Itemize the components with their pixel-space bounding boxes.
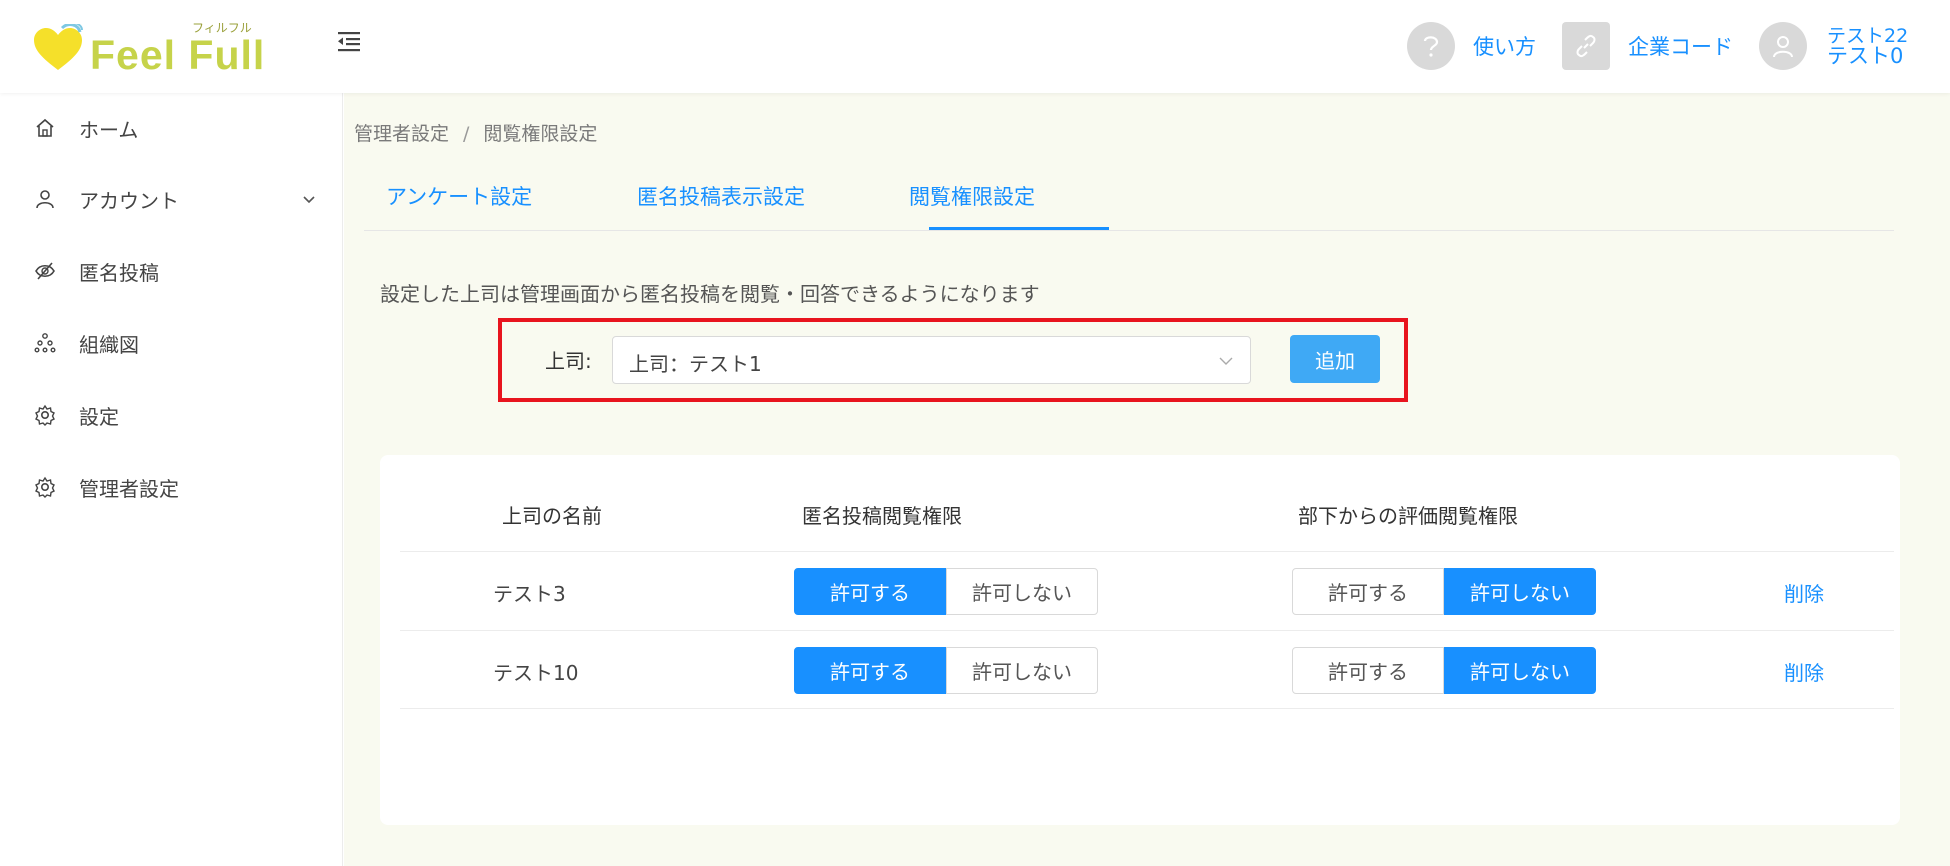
org-chart-icon bbox=[34, 333, 56, 353]
heart-logo-icon bbox=[34, 24, 83, 70]
user-names: テスト22 テスト0 bbox=[1827, 25, 1909, 68]
user-menu[interactable]: テスト22 テスト0 bbox=[1759, 22, 1908, 70]
eye-off-icon bbox=[35, 262, 55, 280]
breadcrumb-separator: / bbox=[463, 123, 470, 145]
company-code-label: 企業コード bbox=[1628, 35, 1733, 59]
sidebar-item-settings[interactable]: 設定 bbox=[0, 385, 343, 445]
sidebar-item-label: ホーム bbox=[79, 117, 139, 142]
logo-kana: フィルフル bbox=[192, 21, 252, 35]
home-icon bbox=[36, 118, 54, 137]
logo[interactable]: Feel Full フィルフル bbox=[32, 16, 266, 78]
sidebar-item-account[interactable]: アカウント bbox=[0, 169, 343, 229]
supervisor-select[interactable]: 上司：テスト1 bbox=[612, 336, 1251, 384]
sidebar: ホーム アカウント 匿名投稿 組織図 設定 管理者設定 bbox=[0, 93, 343, 866]
sidebar-item-home[interactable]: ホーム bbox=[0, 98, 343, 158]
menu-collapse-icon[interactable] bbox=[336, 28, 362, 54]
chevron-down-icon bbox=[1219, 357, 1233, 365]
supervisor-name: テスト10 bbox=[493, 661, 579, 685]
avatar bbox=[1759, 22, 1807, 70]
header: Feel Full フィルフル 使い方 企業コード テスト22 テスト0 bbox=[0, 0, 1950, 93]
gear-icon bbox=[35, 476, 55, 498]
supervisor-select-value: 上司：テスト1 bbox=[629, 352, 762, 376]
help-label: 使い方 bbox=[1473, 35, 1536, 59]
tab-bar: アンケート設定 匿名投稿表示設定 閲覧権限設定 bbox=[364, 153, 1894, 231]
sidebar-item-label: 匿名投稿 bbox=[79, 260, 159, 285]
allow-button[interactable]: 許可する bbox=[794, 647, 946, 694]
chevron-down-icon bbox=[303, 196, 315, 204]
breadcrumb-item[interactable]: 管理者設定 bbox=[354, 123, 449, 145]
allow-button[interactable]: 許可する bbox=[794, 568, 946, 615]
table-row: テスト10 許可する 許可しない 許可する 許可しない 削除 bbox=[400, 630, 1894, 709]
user-icon bbox=[36, 190, 54, 209]
deny-button[interactable]: 許可しない bbox=[946, 568, 1098, 615]
user-avatar-icon bbox=[1773, 36, 1793, 58]
delete-link[interactable]: 削除 bbox=[1784, 657, 1824, 686]
anonymous-view-toggle: 許可する 許可しない bbox=[794, 568, 1098, 615]
sidebar-item-admin-settings[interactable]: 管理者設定 bbox=[0, 457, 343, 517]
column-header-evaluation-view: 部下からの評価閲覧権限 bbox=[1298, 504, 1518, 528]
tab-survey-settings[interactable]: アンケート設定 bbox=[386, 181, 532, 211]
sidebar-item-label: 設定 bbox=[79, 404, 119, 429]
tab-anonymous-display-settings[interactable]: 匿名投稿表示設定 bbox=[637, 181, 805, 211]
table-row: テスト3 許可する 許可しない 許可する 許可しない 削除 bbox=[400, 551, 1894, 630]
deny-button[interactable]: 許可しない bbox=[1444, 647, 1596, 694]
link-icon bbox=[1562, 22, 1610, 70]
allow-button[interactable]: 許可する bbox=[1292, 568, 1444, 615]
breadcrumb: 管理者設定 / 閲覧権限設定 bbox=[354, 119, 597, 146]
add-button[interactable]: 追加 bbox=[1290, 335, 1380, 383]
permission-table: 上司の名前 匿名投稿閲覧権限 部下からの評価閲覧権限 テスト3 許可する 許可し… bbox=[380, 455, 1900, 825]
help-link[interactable]: 使い方 bbox=[1407, 22, 1536, 70]
evaluation-view-toggle: 許可する 許可しない bbox=[1292, 647, 1596, 694]
breadcrumb-item-current: 閲覧権限設定 bbox=[483, 123, 598, 145]
supervisor-name: テスト3 bbox=[493, 582, 566, 606]
anonymous-view-toggle: 許可する 許可しない bbox=[794, 647, 1098, 694]
sidebar-item-label: 管理者設定 bbox=[79, 476, 179, 501]
user-name-line2: テスト0 bbox=[1827, 44, 1904, 68]
column-header-supervisor-name: 上司の名前 bbox=[502, 504, 602, 528]
column-header-anonymous-view: 匿名投稿閲覧権限 bbox=[802, 504, 962, 528]
deny-button[interactable]: 許可しない bbox=[1444, 568, 1596, 615]
active-tab-indicator bbox=[929, 227, 1109, 230]
logo-text: Feel Full bbox=[90, 32, 266, 78]
main-content: 管理者設定 / 閲覧権限設定 アンケート設定 匿名投稿表示設定 閲覧権限設定 設定し… bbox=[344, 93, 1950, 866]
allow-button[interactable]: 許可する bbox=[1292, 647, 1444, 694]
user-name-line1: テスト22 bbox=[1827, 25, 1909, 47]
sidebar-item-label: 組織図 bbox=[79, 332, 139, 357]
supervisor-add-form: 上司: 上司：テスト1 追加 bbox=[498, 318, 1408, 402]
supervisor-label: 上司: bbox=[545, 349, 592, 373]
question-icon bbox=[1407, 22, 1455, 70]
deny-button[interactable]: 許可しない bbox=[946, 647, 1098, 694]
sidebar-item-org-chart[interactable]: 組織図 bbox=[0, 313, 343, 373]
sidebar-item-anonymous-posts[interactable]: 匿名投稿 bbox=[0, 241, 343, 301]
tab-view-permission-settings[interactable]: 閲覧権限設定 bbox=[909, 181, 1035, 211]
gear-icon bbox=[35, 404, 55, 426]
description-text: 設定した上司は管理画面から匿名投稿を閲覧・回答できるようになります bbox=[380, 282, 1040, 306]
delete-link[interactable]: 削除 bbox=[1784, 578, 1824, 607]
company-code-link[interactable]: 企業コード bbox=[1562, 22, 1733, 70]
sidebar-item-label: アカウント bbox=[79, 188, 179, 213]
evaluation-view-toggle: 許可する 許可しない bbox=[1292, 568, 1596, 615]
